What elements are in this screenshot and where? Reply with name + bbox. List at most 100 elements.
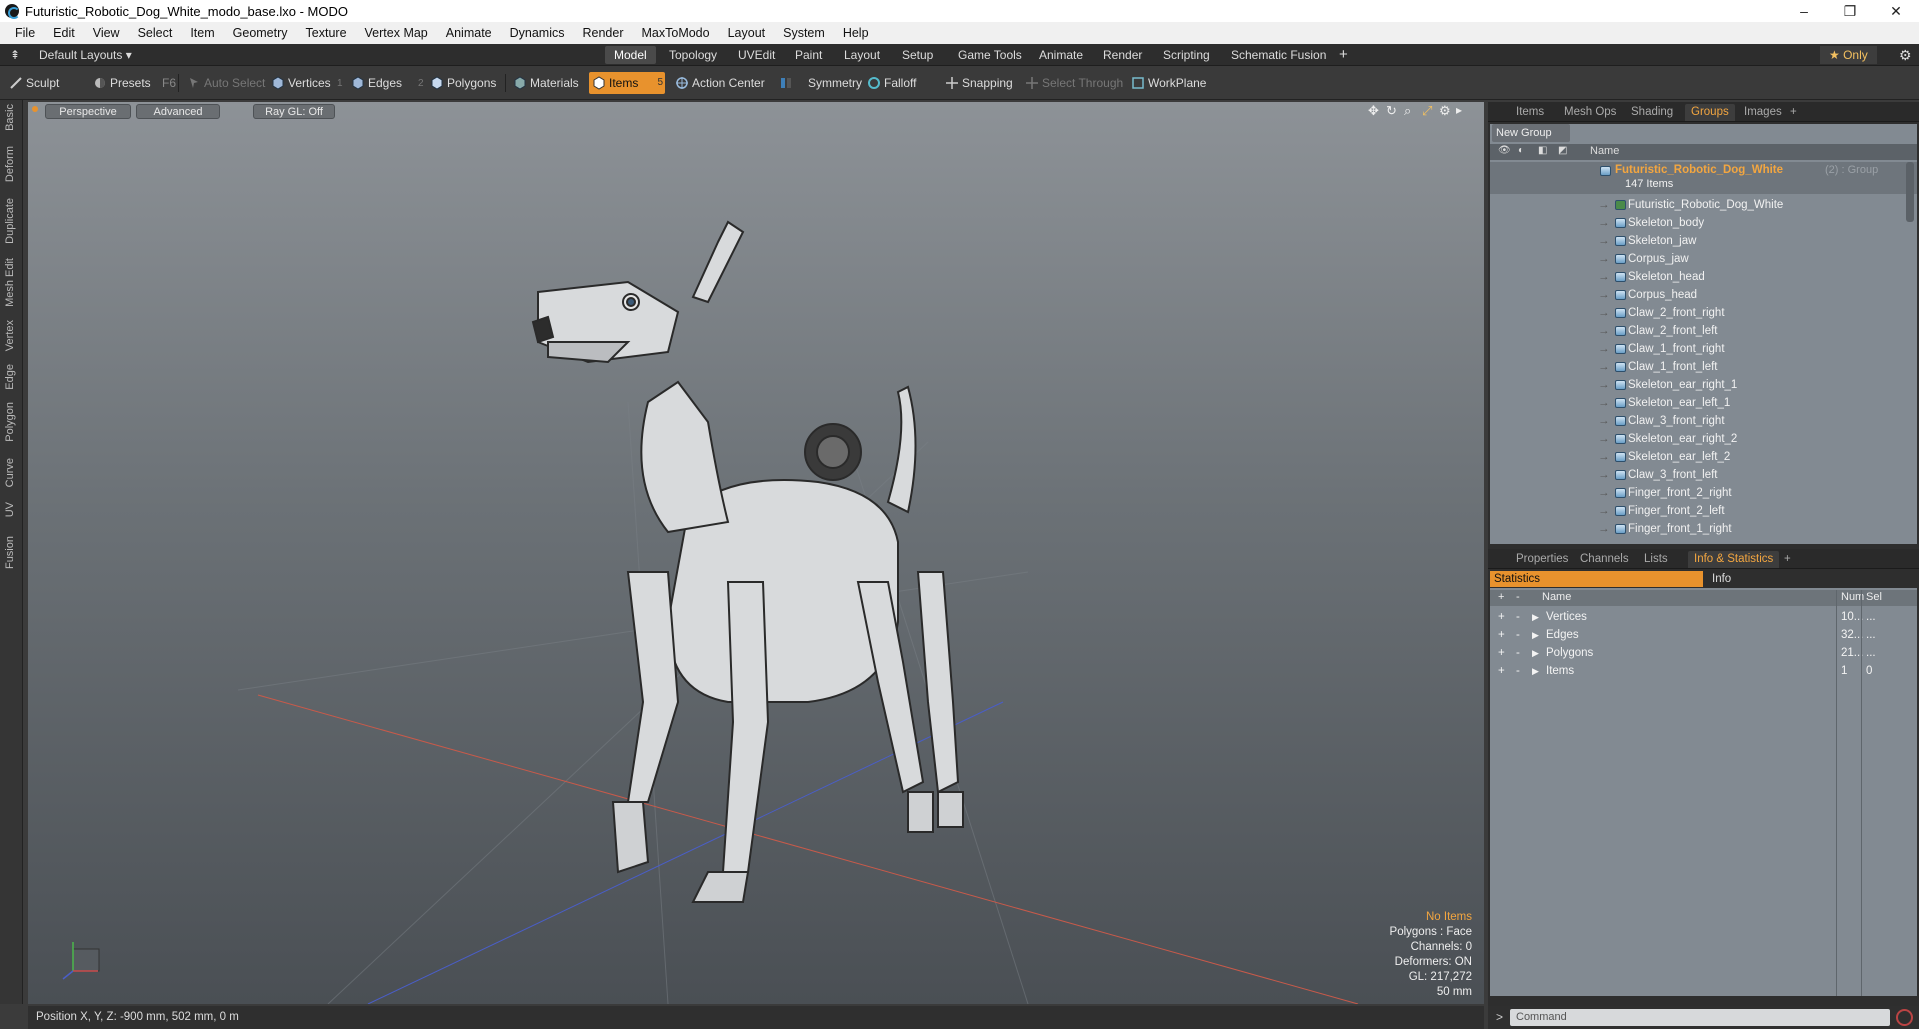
menu-texture[interactable]: Texture <box>297 26 356 40</box>
workplane-button[interactable]: WorkPlane <box>1128 72 1212 94</box>
items-button[interactable]: Items 5 <box>589 72 665 94</box>
tab-paint[interactable]: Paint <box>786 46 831 64</box>
side-tab-uv[interactable]: UV <box>4 502 16 517</box>
raygl-dropdown[interactable]: Ray GL: Off <box>253 104 335 119</box>
layout-preset-dropdown[interactable]: Default Layouts ▾ <box>30 46 141 64</box>
list-item[interactable]: → Skeleton_ear_right_1 <box>1490 376 1917 394</box>
tab-groups[interactable]: Groups <box>1685 104 1735 121</box>
table-row[interactable]: + - ▶ Edges 32... ... <box>1490 626 1917 644</box>
list-item[interactable]: → Claw_3_front_left <box>1490 466 1917 484</box>
remove-icon[interactable]: - <box>1516 644 1520 662</box>
subtab-statistics[interactable]: Statistics <box>1490 571 1703 587</box>
collapse-all-icon[interactable]: - <box>1516 591 1520 603</box>
snapping-button[interactable]: Snapping <box>942 72 1019 94</box>
polygons-button[interactable]: Polygons <box>427 72 502 94</box>
list-item[interactable]: → Skeleton_jaw <box>1490 232 1917 250</box>
minimize-button[interactable]: – <box>1781 0 1827 22</box>
list-item[interactable]: → Claw_3_front_right <box>1490 412 1917 430</box>
list-item[interactable]: → Skeleton_head <box>1490 268 1917 286</box>
lock-column-icon[interactable]: ◧ <box>1538 145 1547 156</box>
viewport-options-icon[interactable] <box>32 106 38 112</box>
tab-setup[interactable]: Setup <box>893 46 942 64</box>
materials-button[interactable]: Materials <box>510 72 585 94</box>
remove-icon[interactable]: - <box>1516 608 1520 626</box>
list-item[interactable]: → Claw_2_front_left <box>1490 322 1917 340</box>
menu-dynamics[interactable]: Dynamics <box>501 26 574 40</box>
edges-button[interactable]: Edges <box>348 72 408 94</box>
side-tab-curve[interactable]: Curve <box>4 458 16 487</box>
action-center-button[interactable]: Action Center <box>672 72 771 94</box>
list-item[interactable]: → Finger_front_2_left <box>1490 502 1917 520</box>
add-props-tab-button[interactable]: + <box>1778 551 1797 568</box>
pan-icon[interactable]: ✥ <box>1368 103 1379 119</box>
tab-uvedit[interactable]: UVEdit <box>729 46 784 64</box>
list-item[interactable]: → Corpus_head <box>1490 286 1917 304</box>
menu-help[interactable]: Help <box>834 26 878 40</box>
list-item[interactable]: → Corpus_jaw <box>1490 250 1917 268</box>
groups-scrollbar[interactable] <box>1906 162 1914 222</box>
tab-game-tools[interactable]: Game Tools <box>949 46 1031 64</box>
side-tab-edge[interactable]: Edge <box>4 364 16 390</box>
rotate-icon[interactable]: ↻ <box>1386 103 1397 119</box>
list-item[interactable]: → Claw_1_front_left <box>1490 358 1917 376</box>
remove-icon[interactable]: - <box>1516 626 1520 644</box>
tab-lists[interactable]: Lists <box>1638 551 1674 568</box>
name-column-header[interactable]: Name <box>1542 591 1571 603</box>
viewport-settings-icon[interactable]: ⚙ <box>1439 103 1451 119</box>
close-button[interactable]: ✕ <box>1873 0 1919 22</box>
sculpt-button[interactable]: Sculpt <box>6 72 65 94</box>
command-input[interactable]: Command <box>1510 1009 1890 1026</box>
add-icon[interactable]: + <box>1498 644 1505 662</box>
symmetry-button[interactable]: Symmetry <box>776 72 868 94</box>
tab-layout[interactable]: Layout <box>835 46 889 64</box>
tab-images[interactable]: Images <box>1738 104 1788 121</box>
only-toggle[interactable]: ★ Only <box>1820 46 1877 64</box>
side-tab-fusion[interactable]: Fusion <box>4 536 16 569</box>
list-item[interactable]: → Finger_front_1_right <box>1490 520 1917 538</box>
add-icon[interactable]: + <box>1498 608 1505 626</box>
new-group-button[interactable]: New Group <box>1492 124 1570 142</box>
menu-file[interactable]: File <box>6 26 44 40</box>
menu-view[interactable]: View <box>84 26 129 40</box>
presets-button[interactable]: Presets F6 <box>90 72 182 94</box>
menu-system[interactable]: System <box>774 26 834 40</box>
name-column-header[interactable]: Name <box>1590 145 1619 157</box>
menu-vertex-map[interactable]: Vertex Map <box>356 26 437 40</box>
tab-shading[interactable]: Shading <box>1625 104 1679 121</box>
vertices-button[interactable]: Vertices <box>268 72 337 94</box>
table-row[interactable]: + - ▶ Polygons 21... ... <box>1490 644 1917 662</box>
list-item[interactable]: → Skeleton_ear_left_1 <box>1490 394 1917 412</box>
command-history-icon[interactable] <box>1896 1009 1913 1026</box>
expand-arrow-icon[interactable]: ▶ <box>1532 662 1539 680</box>
tab-render[interactable]: Render <box>1094 46 1151 64</box>
menu-render[interactable]: Render <box>574 26 633 40</box>
list-item[interactable]: → Skeleton_body <box>1490 214 1917 232</box>
remove-icon[interactable]: - <box>1516 662 1520 680</box>
subtab-info[interactable]: Info <box>1708 571 1731 587</box>
gear-icon[interactable]: ⚙ <box>1890 46 1919 64</box>
side-tab-deform[interactable]: Deform <box>4 146 16 182</box>
tab-mesh-ops[interactable]: Mesh Ops <box>1558 104 1622 121</box>
side-tab-vertex[interactable]: Vertex <box>4 320 16 351</box>
render-column-icon[interactable]: ◐ <box>1518 145 1524 156</box>
shading-dropdown[interactable]: Advanced <box>136 104 220 119</box>
table-row[interactable]: + - ▶ Items 1 0 <box>1490 662 1917 680</box>
falloff-button[interactable]: Falloff <box>864 72 922 94</box>
3d-viewport[interactable]: Perspective Advanced Ray GL: Off ✥ ↻ ⌕ ⤢… <box>28 102 1484 1004</box>
layout-collapse-icon[interactable]: ⇞ <box>6 46 24 64</box>
view-type-dropdown[interactable]: Perspective <box>45 104 131 119</box>
tab-info-statistics[interactable]: Info & Statistics <box>1688 551 1780 568</box>
tab-scripting[interactable]: Scripting <box>1154 46 1219 64</box>
menu-maxtomodo[interactable]: MaxToModo <box>633 26 719 40</box>
menu-geometry[interactable]: Geometry <box>224 26 297 40</box>
list-item[interactable]: → Finger_front_2_right <box>1490 484 1917 502</box>
menu-layout[interactable]: Layout <box>719 26 775 40</box>
menu-edit[interactable]: Edit <box>44 26 84 40</box>
add-icon[interactable]: + <box>1498 626 1505 644</box>
add-icon[interactable]: + <box>1498 662 1505 680</box>
zoom-icon[interactable]: ⌕ <box>1404 103 1411 119</box>
expand-arrow-icon[interactable]: ▶ <box>1532 644 1539 662</box>
tab-properties[interactable]: Properties <box>1510 551 1574 568</box>
group-row[interactable]: Futuristic_Robotic_Dog_White (2) : Group… <box>1490 162 1917 194</box>
robotic-dog-model[interactable] <box>531 220 964 903</box>
